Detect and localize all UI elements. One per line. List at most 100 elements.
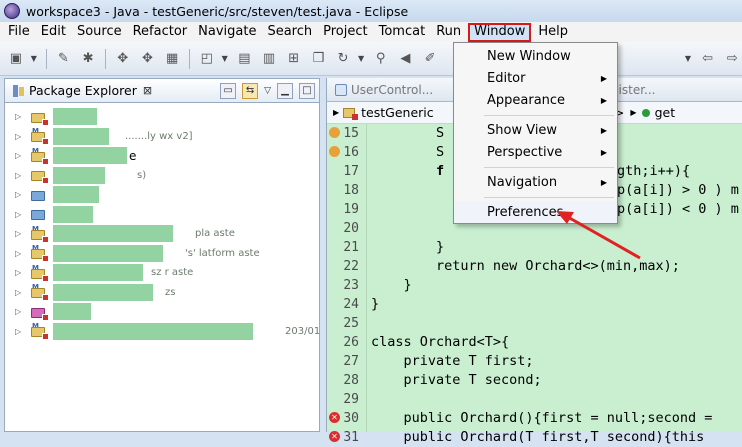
pin-icon[interactable]: ⚲ [371, 49, 391, 69]
butterfly-icon[interactable]: ✥ [113, 49, 133, 69]
tree-item[interactable]: ▷ Me [5, 146, 319, 166]
menu-help[interactable]: Help [534, 23, 572, 42]
submenu-arrow-icon: ▶ [600, 95, 607, 105]
edit-pencil-icon[interactable]: ✎ [54, 49, 74, 69]
menu-run[interactable]: Run [432, 23, 465, 42]
tree-item[interactable]: ▷ M 's' latform aste [5, 244, 319, 264]
menu-source[interactable]: Source [73, 23, 126, 42]
tree-item[interactable]: ▷ M 203/01 [5, 322, 320, 342]
tree-item-label: pla aste [195, 228, 235, 240]
menu-item-show-view[interactable]: Show View ▶ [454, 119, 617, 141]
tree-item[interactable]: ▷ Mpla aste [5, 224, 319, 244]
menu-edit[interactable]: Edit [37, 23, 70, 42]
new-icon[interactable]: ▣ [6, 49, 26, 69]
tree-item[interactable]: ▷ [5, 302, 319, 322]
tree-item[interactable]: ▷ Msz r aste [5, 263, 319, 283]
editor-tab[interactable]: UserControl... [327, 79, 441, 101]
menu-item-appearance[interactable]: Appearance ▶ [454, 89, 617, 111]
nav-forward-icon[interactable]: ⇨ [722, 49, 742, 69]
menu-separator [484, 197, 614, 198]
menu-item-preferences[interactable]: Preferences [454, 201, 617, 223]
redacted-block [53, 166, 105, 184]
menu-navigate[interactable]: Navigate [194, 23, 260, 42]
code-text: S [371, 144, 445, 160]
binary-icon[interactable]: ⊞ [284, 49, 304, 69]
package-explorer-panel: Package Explorer ⊠ ▭ ⇆ ▽ ▁ □ ▷ ▷ M.......… [4, 78, 320, 432]
redacted-block [53, 244, 163, 262]
package-explorer-label: Package Explorer [29, 83, 137, 98]
code-line: 21 } [327, 238, 742, 257]
menu-tomcat[interactable]: Tomcat [375, 23, 430, 42]
expand-arrow-icon[interactable]: ▷ [15, 171, 25, 180]
folder-icon [31, 207, 47, 221]
project-icon: M [31, 283, 49, 302]
tree-item[interactable]: ▷ M .......ly wx v2] [5, 127, 319, 147]
back-icon[interactable]: ◀ [396, 49, 416, 69]
tree-item[interactable]: ▷ s) [5, 166, 319, 186]
expand-arrow-icon[interactable]: ▷ [15, 249, 25, 258]
maximize-icon[interactable]: □ [299, 82, 315, 99]
view-menu-icon[interactable]: ▽ [264, 86, 271, 96]
breadcrumb-arrow-icon[interactable]: ▶ [333, 108, 339, 117]
menu-window[interactable]: Window [468, 22, 532, 42]
code-line: 24} [327, 295, 742, 314]
code-text: public Orchard(T first,T second){this [371, 429, 705, 445]
chevron-down-icon[interactable]: ▼ [31, 54, 39, 63]
butterfly-stop-icon[interactable]: ✥ [138, 49, 158, 69]
breadcrumb-project[interactable]: testGeneric [361, 105, 433, 120]
collapse-all-icon[interactable]: ▭ [220, 82, 237, 99]
code-text: } [371, 296, 380, 312]
redacted-block [53, 108, 97, 126]
expand-arrow-icon[interactable]: ▷ [15, 327, 25, 336]
menu-refactor[interactable]: Refactor [129, 23, 192, 42]
package-explorer-tab[interactable]: Package Explorer ⊠ ▭ ⇆ ▽ ▁ □ [5, 79, 319, 103]
tree-item[interactable]: ▷ [5, 205, 319, 225]
link-with-editor-icon[interactable]: ⇆ [242, 82, 259, 99]
project-icon: M [31, 127, 49, 146]
package-icon[interactable]: ❒ [309, 49, 329, 69]
save-icon[interactable]: ▤ [235, 49, 255, 69]
server-icon[interactable]: ▦ [162, 49, 182, 69]
expand-arrow-icon[interactable]: ▷ [15, 132, 25, 141]
line-number: 22 [343, 259, 359, 274]
redacted-block [53, 205, 93, 223]
expand-arrow-icon[interactable]: ▷ [15, 210, 25, 219]
refresh-icon[interactable]: ↻ [333, 49, 353, 69]
new-window-icon[interactable]: ◰ [197, 49, 217, 69]
tree-item[interactable]: ▷ [5, 185, 319, 205]
expand-arrow-icon[interactable]: ▷ [15, 112, 25, 121]
nav-back-icon[interactable]: ⇦ [698, 49, 718, 69]
line-number: 16 [343, 145, 359, 160]
expand-arrow-icon[interactable]: ▷ [15, 307, 25, 316]
expand-arrow-icon[interactable]: ▷ [15, 151, 25, 160]
bug-icon[interactable]: ✱ [78, 49, 98, 69]
line-number: 23 [343, 278, 359, 293]
menu-item-perspective[interactable]: Perspective ▶ [454, 141, 617, 163]
project-icon [343, 107, 359, 120]
menu-item-editor[interactable]: Editor ▶ [454, 67, 617, 89]
menu-item-new-window[interactable]: New Window [454, 45, 617, 67]
close-icon[interactable]: ⊠ [143, 84, 152, 97]
wand-icon[interactable]: ✐ [420, 49, 440, 69]
menu-project[interactable]: Project [319, 23, 371, 42]
tree-item-label: e [129, 148, 137, 163]
breadcrumb-arrow-icon[interactable]: ▶ [630, 108, 636, 117]
menu-search[interactable]: Search [263, 23, 316, 42]
menu-separator [484, 167, 614, 168]
chevron-down-icon[interactable]: ▼ [222, 54, 230, 63]
line-number: 28 [343, 373, 359, 388]
tree-item[interactable]: ▷ Mzs [5, 283, 319, 303]
project-icon [31, 110, 49, 126]
breadcrumb-member[interactable]: get [655, 105, 676, 120]
chevron-down-icon[interactable]: ▼ [685, 54, 693, 63]
minimize-icon[interactable]: ▁ [277, 82, 293, 99]
save-all-icon[interactable]: ▥ [259, 49, 279, 69]
tree-item[interactable]: ▷ [5, 107, 319, 127]
expand-arrow-icon[interactable]: ▷ [15, 288, 25, 297]
menu-item-navigation[interactable]: Navigation ▶ [454, 171, 617, 193]
expand-arrow-icon[interactable]: ▷ [15, 190, 25, 199]
expand-arrow-icon[interactable]: ▷ [15, 268, 25, 277]
menu-file[interactable]: File [4, 23, 34, 42]
expand-arrow-icon[interactable]: ▷ [15, 229, 25, 238]
chevron-down-icon[interactable]: ▼ [358, 54, 366, 63]
